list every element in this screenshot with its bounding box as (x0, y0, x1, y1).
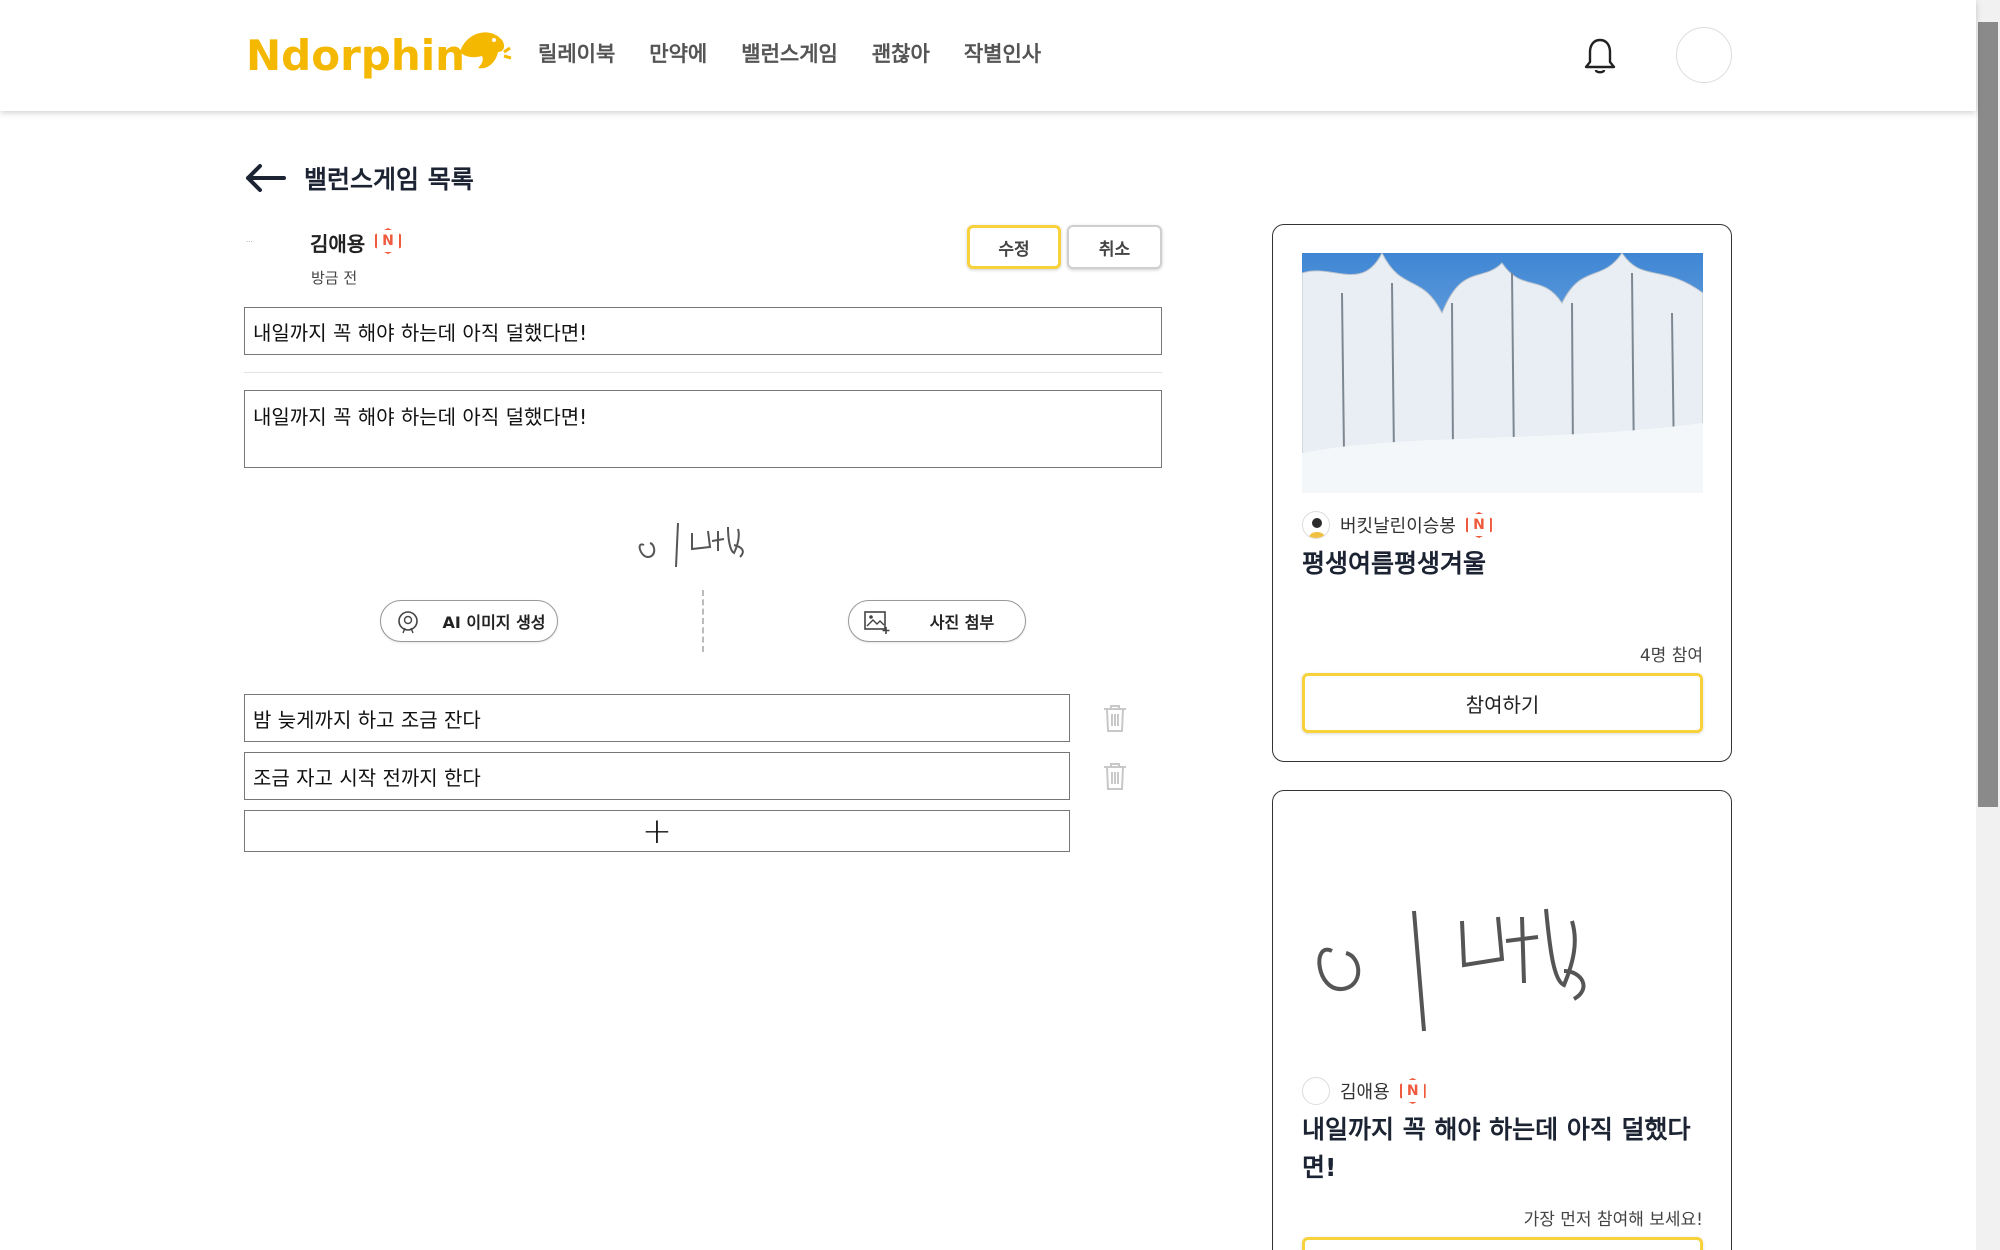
option-input-1[interactable] (244, 694, 1070, 742)
author-avatar: ··· (246, 238, 253, 246)
dolphin-logo-icon (460, 32, 512, 69)
join-button[interactable]: 참여하기 (1302, 673, 1703, 733)
content-textarea[interactable]: 내일까지 꼭 해야 하는데 아직 덜했다면! (244, 390, 1162, 468)
logo[interactable]: Ndorphin (246, 22, 512, 88)
title-input[interactable] (244, 307, 1162, 355)
cancel-button[interactable]: 취소 (1067, 225, 1162, 269)
card-author-avatar (1302, 1077, 1330, 1105)
ai-image-button[interactable]: AI 이미지 생성 (380, 600, 558, 642)
nav-what-if[interactable]: 만약에 (649, 38, 707, 68)
bell-icon[interactable] (1582, 36, 1618, 76)
dashed-divider (702, 590, 704, 652)
card-author-avatar (1302, 511, 1330, 539)
sketch-image (1317, 908, 1586, 1032)
snow-forest-image (1302, 253, 1703, 493)
nav-its-okay[interactable]: 괜찮아 (872, 38, 930, 68)
back-navigation[interactable]: 밸런스게임 목록 (244, 160, 474, 196)
author-name: 김애용 (310, 232, 366, 256)
join-button[interactable] (1302, 1237, 1703, 1250)
rank-badge-icon: N (375, 228, 401, 254)
card-author-row: 김애용 N (1302, 1077, 1426, 1105)
post-time: 방금 전 (311, 269, 358, 287)
top-header: Ndorphin 릴레이북 만약에 밸런스게임 괜찮아 작별인사 (0, 0, 1976, 111)
edit-button[interactable]: 수정 (967, 225, 1061, 269)
balance-game-card[interactable]: 김애용 N 내일까지 꼭 해야 하는데 아직 덜했다면! 가장 먼저 참여해 보… (1272, 790, 1732, 1250)
rank-badge-icon: N (1399, 1078, 1426, 1104)
page-title: 밸런스게임 목록 (304, 165, 474, 194)
ai-image-label: AI 이미지 생성 (442, 613, 546, 632)
trash-icon[interactable] (1102, 761, 1128, 791)
card-title: 평생여름평생겨울 (1302, 549, 1487, 578)
attach-photo-label: 사진 첨부 (929, 613, 995, 632)
card-author-row: 버킷날린이승봉 N (1302, 511, 1492, 539)
nav-balance-game[interactable]: 밸런스게임 (741, 38, 838, 68)
profile-avatar[interactable] (1676, 27, 1732, 83)
scrollbar-thumb[interactable] (1978, 22, 1998, 807)
balance-game-card[interactable]: 버킷날린이승봉 N 평생여름평생겨울 4명 참여 참여하기 (1272, 224, 1732, 762)
back-arrow-icon[interactable] (244, 164, 286, 192)
main-nav: 릴레이북 만약에 밸런스게임 괜찮아 작별인사 (538, 38, 1041, 68)
add-option-button[interactable]: + (244, 810, 1070, 852)
logo-text: Ndorphin (246, 30, 466, 80)
divider (244, 372, 1162, 373)
participant-count: 4명 참여 (1639, 646, 1703, 666)
card-title: 내일까지 꼭 해야 하는데 아직 덜했다면! (1302, 1115, 1691, 1182)
author-badge: N (375, 228, 401, 254)
card-author-name: 김애용 (1340, 1082, 1390, 1103)
sketch-image (638, 522, 744, 568)
attach-photo-button[interactable]: 사진 첨부 (848, 600, 1026, 642)
author-name-row: 김애용 (310, 228, 365, 257)
nav-relay-book[interactable]: 릴레이북 (538, 38, 615, 68)
nav-farewell[interactable]: 작별인사 (964, 38, 1041, 68)
card-author-name: 버킷날린이승봉 (1340, 516, 1456, 537)
trash-icon[interactable] (1102, 703, 1128, 733)
participant-count: 가장 먼저 참여해 보세요! (1523, 1210, 1703, 1230)
rank-badge-icon: N (1465, 512, 1492, 538)
option-input-2[interactable] (244, 752, 1070, 800)
